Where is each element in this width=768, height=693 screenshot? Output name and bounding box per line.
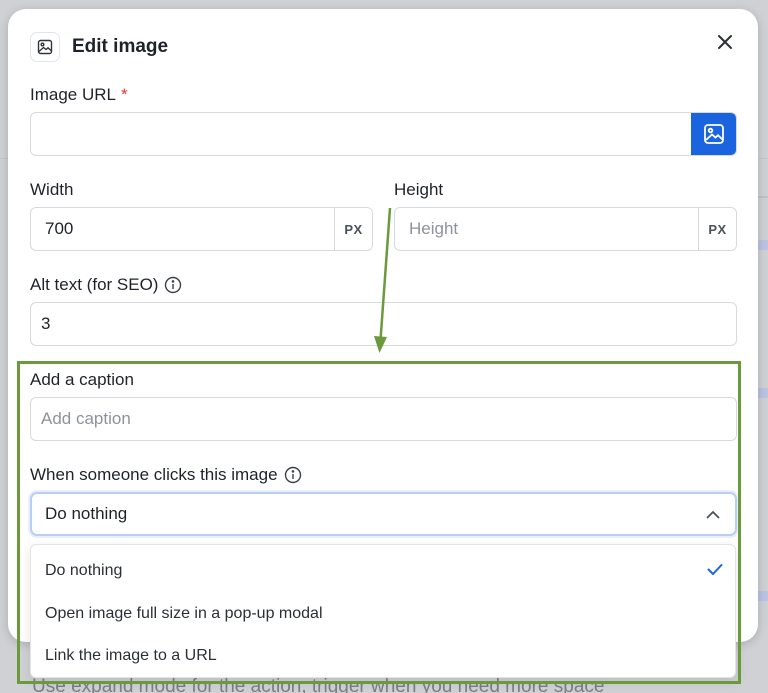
image-icon — [703, 124, 724, 144]
image-url-label: Image URL * — [30, 85, 128, 105]
height-field: PX — [394, 207, 737, 251]
width-input[interactable] — [31, 208, 334, 250]
browse-image-button[interactable] — [691, 113, 736, 155]
click-action-selected-value: Do nothing — [45, 504, 128, 523]
height-label: Height — [394, 180, 444, 199]
alt-text-label-text: Alt text (for SEO) — [30, 275, 159, 294]
image-url-label-text: Image URL — [30, 85, 116, 104]
image-icon — [30, 32, 60, 62]
background-footer-text: Use expand mode for the action, trigger … — [32, 676, 605, 693]
alt-text-field — [30, 302, 737, 346]
background-line — [758, 196, 768, 198]
info-icon[interactable] — [164, 276, 182, 294]
option-label: Link the image to a URL — [45, 647, 217, 664]
click-action-dropdown: Do nothing Open image full size in a pop… — [30, 544, 736, 678]
width-label: Width — [30, 180, 74, 199]
dropdown-option-do-nothing[interactable]: Do nothing — [31, 551, 735, 591]
check-icon — [707, 563, 723, 581]
click-action-label: When someone clicks this image — [30, 465, 302, 485]
dropdown-option-open-modal[interactable]: Open image full size in a pop-up modal — [31, 594, 735, 634]
height-input[interactable] — [395, 208, 698, 250]
width-field: PX — [30, 207, 373, 251]
chevron-up-icon[interactable] — [691, 510, 735, 519]
height-unit: PX — [698, 208, 736, 250]
caption-field — [30, 397, 737, 441]
info-icon[interactable] — [284, 466, 302, 484]
required-marker: * — [120, 85, 128, 104]
option-label: Open image full size in a pop-up modal — [45, 605, 323, 622]
alt-text-label: Alt text (for SEO) — [30, 275, 182, 295]
close-icon[interactable] — [716, 33, 734, 51]
click-action-label-text: When someone clicks this image — [30, 465, 278, 484]
image-url-input[interactable] — [31, 113, 691, 155]
image-url-field — [30, 112, 737, 156]
caption-label: Add a caption — [30, 370, 134, 389]
alt-text-input[interactable] — [31, 303, 736, 345]
click-action-select[interactable]: Do nothing — [30, 492, 737, 536]
dropdown-option-link-url[interactable]: Link the image to a URL — [31, 636, 735, 676]
modal-title: Edit image — [72, 36, 169, 57]
modal-header: Edit image — [30, 31, 168, 63]
width-unit: PX — [334, 208, 372, 250]
caption-input[interactable] — [31, 398, 736, 440]
option-label: Do nothing — [45, 562, 123, 579]
